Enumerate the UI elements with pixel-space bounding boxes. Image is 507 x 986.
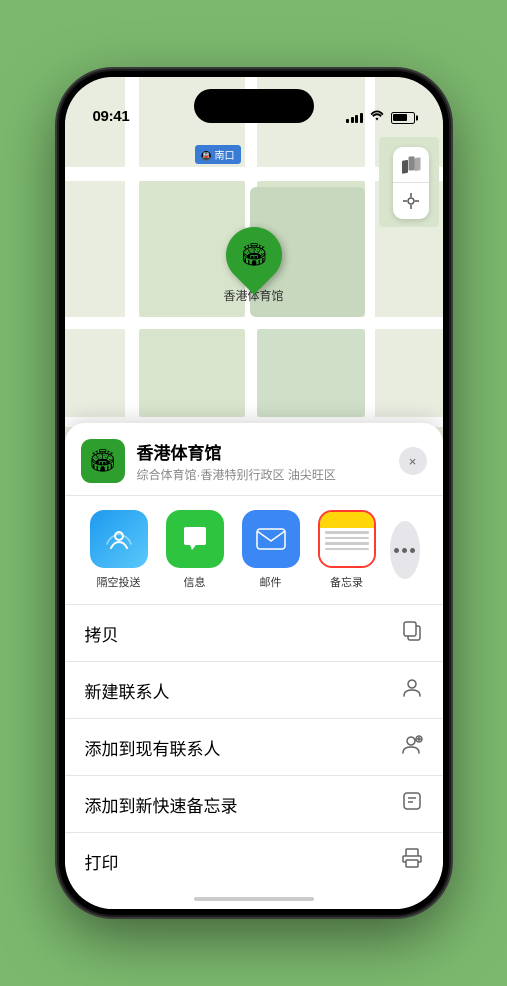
map-label: 🚇 南口 xyxy=(195,145,241,164)
more-icon[interactable] xyxy=(390,521,420,579)
action-new-contact[interactable]: 新建联系人 xyxy=(65,662,443,719)
venue-subtitle: 综合体育馆·香港特别行政区 油尖旺区 xyxy=(137,466,399,483)
share-item-notes[interactable]: 备忘录 xyxy=(309,510,385,590)
signal-icon xyxy=(346,113,363,123)
venue-name: 香港体育馆 xyxy=(137,439,399,464)
home-indicator xyxy=(194,897,314,901)
add-existing-icon xyxy=(401,733,423,761)
copy-icon xyxy=(401,619,423,647)
share-item-airdrop[interactable]: 隔空投送 xyxy=(81,510,157,590)
notes-icon[interactable] xyxy=(318,510,376,568)
share-item-messages[interactable]: 信息 xyxy=(157,510,233,590)
venue-info: 香港体育馆 综合体育馆·香港特别行政区 油尖旺区 xyxy=(137,439,399,483)
quick-note-icon xyxy=(401,790,423,818)
quick-note-label: 添加到新快速备忘录 xyxy=(85,792,238,817)
action-print[interactable]: 打印 xyxy=(65,833,443,889)
status-icons xyxy=(346,110,415,125)
print-label: 打印 xyxy=(85,849,119,874)
venue-icon: 🏟 xyxy=(81,439,125,483)
map-type-button[interactable] xyxy=(393,147,429,183)
share-item-mail[interactable]: 邮件 xyxy=(233,510,309,590)
copy-label: 拷贝 xyxy=(85,621,119,646)
share-item-more[interactable] xyxy=(385,521,425,579)
mail-icon[interactable] xyxy=(242,510,300,568)
add-existing-label: 添加到现有联系人 xyxy=(85,735,221,760)
status-time: 09:41 xyxy=(93,108,130,125)
bottom-sheet: 🏟 香港体育馆 综合体育馆·香港特别行政区 油尖旺区 × xyxy=(65,423,443,909)
location-pin: 🏟 香港体育馆 xyxy=(223,227,283,304)
messages-icon[interactable] xyxy=(166,510,224,568)
action-copy[interactable]: 拷贝 xyxy=(65,605,443,662)
wifi-icon xyxy=(369,110,385,125)
battery-icon xyxy=(391,112,415,124)
dynamic-island xyxy=(194,89,314,123)
action-quick-note[interactable]: 添加到新快速备忘录 xyxy=(65,776,443,833)
messages-label: 信息 xyxy=(184,574,206,590)
new-contact-icon xyxy=(401,676,423,704)
location-button[interactable] xyxy=(393,183,429,219)
airdrop-icon[interactable] xyxy=(90,510,148,568)
action-list: 拷贝 新建联系人 xyxy=(65,605,443,889)
notes-label: 备忘录 xyxy=(330,574,363,590)
sheet-header: 🏟 香港体育馆 综合体育馆·香港特别行政区 油尖旺区 × xyxy=(65,423,443,496)
print-icon xyxy=(401,847,423,875)
map-label-text: 南口 xyxy=(215,151,235,162)
mail-label: 邮件 xyxy=(260,574,282,590)
phone-screen: 09:41 xyxy=(65,77,443,909)
action-add-existing[interactable]: 添加到现有联系人 xyxy=(65,719,443,776)
close-button[interactable]: × xyxy=(399,447,427,475)
airdrop-label: 隔空投送 xyxy=(97,574,141,590)
share-actions-row: 隔空投送 信息 xyxy=(65,496,443,605)
phone-frame: 09:41 xyxy=(59,71,449,915)
new-contact-label: 新建联系人 xyxy=(85,678,170,703)
pin-icon: 🏟 xyxy=(214,215,293,294)
map-label-prefix: 🚇 xyxy=(201,151,212,161)
map-controls xyxy=(393,147,429,219)
